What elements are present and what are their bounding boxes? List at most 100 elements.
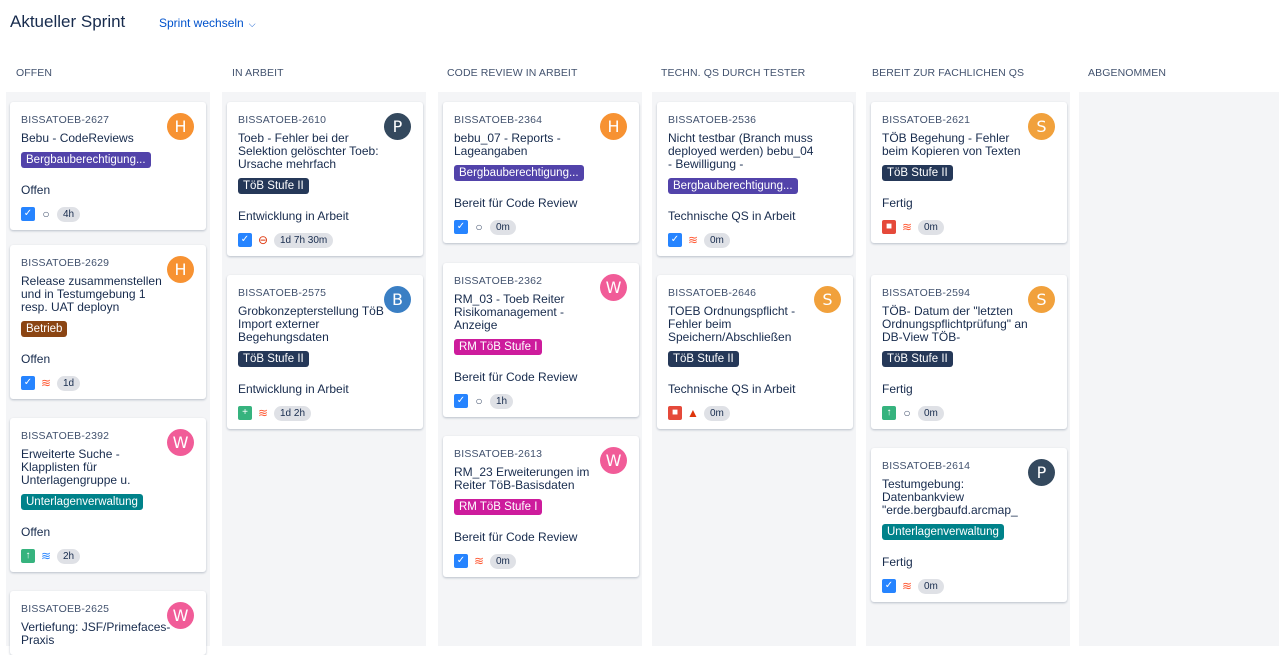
assignee-avatar[interactable]: P: [384, 113, 411, 140]
epic-label[interactable]: Bergbauberechtigung...: [454, 165, 584, 181]
estimate-badge: 1d 7h 30m: [274, 232, 334, 248]
issue-card[interactable]: BISSATOEB-2621 S TÖB Begehung - Fehler bei…: [871, 102, 1067, 243]
card-footer: ↑ ○ 0m: [882, 405, 1057, 421]
epic-label[interactable]: TöB Stufe II: [238, 178, 309, 194]
assignee-avatar[interactable]: W: [600, 447, 627, 474]
assignee-avatar[interactable]: W: [167, 429, 194, 456]
issue-summary: Bebu - CodeReviews: [21, 131, 134, 145]
issue-status: Technische QS in Arbeit: [668, 382, 796, 396]
chevron-down-icon: ⌵: [248, 19, 256, 29]
issue-status: Technische QS in Arbeit: [668, 209, 796, 223]
priority-high-icon: ≋: [687, 233, 699, 247]
issue-status: Fertig: [882, 196, 913, 210]
epic-label[interactable]: TöB Stufe II: [668, 351, 739, 367]
card-footer: ■ ▲ 0m: [668, 405, 843, 421]
issue-card[interactable]: BISSATOEB-2629 H Release zusammenstellen u…: [10, 245, 206, 399]
epic-label[interactable]: Betrieb: [21, 321, 68, 337]
epic-label[interactable]: TöB Stufe II: [238, 351, 309, 367]
estimate-badge: 0m: [918, 578, 944, 594]
column-header-offen: OFFEN: [16, 67, 53, 79]
issue-summary: bebu_07 - Reports - Lageangaben: [454, 131, 561, 158]
issue-summary: TÖB- Datum der "letzten Ordnungspflichtp…: [882, 304, 1028, 344]
assignee-avatar[interactable]: H: [167, 256, 194, 283]
priority-high-icon: ≋: [257, 406, 269, 420]
assignee-avatar[interactable]: S: [1028, 113, 1055, 140]
epic-label[interactable]: RM TöB Stufe I: [454, 499, 543, 515]
sprint-switch-label: Sprint wechseln: [159, 16, 244, 30]
issue-card[interactable]: BISSATOEB-2625 W Vertiefung: JSF/Primeface…: [10, 591, 206, 655]
issue-status: Bereit für Code Review: [454, 370, 578, 384]
estimate-badge: 2h: [57, 548, 81, 564]
column-header-techn-qs: TECHN. QS DURCH TESTER: [661, 67, 806, 79]
issue-card[interactable]: BISSATOEB-2364 Hbebu_07 - Reports - Lagea…: [443, 102, 639, 243]
card-footer: ■ ≋ 0m: [882, 219, 1057, 235]
issue-status: Offen: [21, 352, 51, 366]
issue-status: Fertig: [882, 555, 913, 569]
issue-card[interactable]: BISSATOEB-2536 Nicht testbar (Branch muss…: [657, 102, 853, 256]
priority-high-icon: ≋: [473, 554, 485, 568]
checkbox-icon: ✓: [882, 579, 896, 593]
checkbox-icon: ✓: [668, 233, 682, 247]
issue-card[interactable]: BISSATOEB-2627 H Bebu - CodeReviews Bergbau…: [10, 102, 206, 230]
estimate-badge: 0m: [490, 219, 516, 235]
board-header: Aktueller Sprint Sprint wechseln ⌵: [0, 0, 1283, 48]
card-footer: ✓ ≋ 0m: [882, 578, 1057, 594]
issue-card[interactable]: BISSATOEB-2646 S TOEB Ordnungspflicht - Fe…: [657, 275, 853, 429]
column-header-fachliche-qs: BEREIT ZUR FACHLICHEN QS: [872, 67, 1025, 79]
assignee-avatar[interactable]: P: [1028, 459, 1055, 486]
priority-high-icon: ≋: [901, 579, 913, 593]
checkbox-icon: ✓: [454, 394, 468, 408]
issue-card[interactable]: BISSATOEB-2362 W RM_03 - Toeb Reiter Risik…: [443, 263, 639, 417]
card-footer: ✓ ○ 4h: [21, 206, 196, 222]
assignee-avatar[interactable]: W: [600, 274, 627, 301]
column-abgenommen: [1079, 92, 1279, 646]
issue-key[interactable]: BISSATOEB-2536: [668, 114, 843, 126]
issue-card[interactable]: BISSATOEB-2613 W RM_23 Erweiterungen im Re…: [443, 436, 639, 577]
card-footer: ✓ ⊖ 1d 7h 30m: [238, 232, 413, 248]
estimate-badge: 0m: [918, 219, 944, 235]
epic-label[interactable]: Bergbauberechtigung...: [668, 178, 798, 194]
issue-card[interactable]: BISSATOEB-2614 P Testumgebung: Datenbankvi…: [871, 448, 1067, 602]
epic-label[interactable]: Unterlagenverwaltung: [21, 494, 143, 510]
assignee-avatar[interactable]: B: [384, 286, 411, 313]
improvement-icon: ↑: [21, 549, 35, 563]
sprint-switch-button[interactable]: Sprint wechseln ⌵: [159, 16, 256, 30]
issue-summary: RM_03 - Toeb Reiter Risikomanagement - A…: [454, 292, 565, 332]
epic-label[interactable]: Bergbauberechtigung...: [21, 152, 151, 168]
epic-label[interactable]: RM TöB Stufe I: [454, 339, 543, 355]
assignee-avatar[interactable]: W: [167, 602, 194, 629]
bug-icon: ■: [882, 220, 896, 234]
issue-summary: Nicht testbar (Branch muss deployed werd…: [668, 131, 814, 171]
checkbox-icon: ✓: [454, 554, 468, 568]
issue-status: Offen: [21, 525, 51, 539]
estimate-badge: 0m: [704, 232, 730, 248]
issue-card[interactable]: BISSATOEB-2392 W Erweiterte Suche - Klappl…: [10, 418, 206, 572]
issue-card[interactable]: BISSATOEB-2594 S TÖB- Datum der "letzten O…: [871, 275, 1067, 429]
card-footer: + ≋ 1d 2h: [238, 405, 413, 421]
issue-summary: Release zusammenstellen und in Testumgeb…: [21, 274, 162, 314]
page-title: Aktueller Sprint: [10, 12, 126, 31]
issue-summary: Grobkonzepterstellung TöB Import externe…: [238, 304, 384, 344]
card-footer: ✓ ○ 1h: [454, 393, 629, 409]
card-footer: ✓ ○ 0m: [454, 219, 629, 235]
assignee-avatar[interactable]: S: [1028, 286, 1055, 313]
priority-medium-icon: ○: [903, 406, 911, 420]
assignee-avatar[interactable]: S: [814, 286, 841, 313]
epic-label[interactable]: Unterlagenverwaltung: [882, 524, 1004, 540]
new-feature-icon: +: [238, 406, 252, 420]
issue-status: Bereit für Code Review: [454, 530, 578, 544]
assignee-avatar[interactable]: H: [167, 113, 194, 140]
card-footer: ↑ ≋ 2h: [21, 548, 196, 564]
estimate-badge: 0m: [490, 553, 516, 569]
issue-card[interactable]: BISSATOEB-2575 B Grobkonzepterstellung TöB…: [227, 275, 423, 429]
epic-label[interactable]: TöB Stufe II: [882, 165, 953, 181]
issue-summary: Vertiefung: JSF/Primefaces-Praxis: [21, 620, 171, 647]
issue-summary: RM_23 Erweiterungen im Reiter TöB-Basisd…: [454, 465, 590, 492]
issue-summary: Erweiterte Suche - Klapplisten für Unter…: [21, 447, 131, 487]
assignee-avatar[interactable]: H: [600, 113, 627, 140]
issue-card[interactable]: BISSATOEB-2610 P Toeb - Fehler bei der Sel…: [227, 102, 423, 256]
estimate-badge: 4h: [57, 206, 81, 222]
issue-summary: Testumgebung: Datenbankview "erde.bergba…: [882, 477, 1018, 517]
epic-label[interactable]: TöB Stufe II: [882, 351, 953, 367]
issue-status: Bereit für Code Review: [454, 196, 578, 210]
